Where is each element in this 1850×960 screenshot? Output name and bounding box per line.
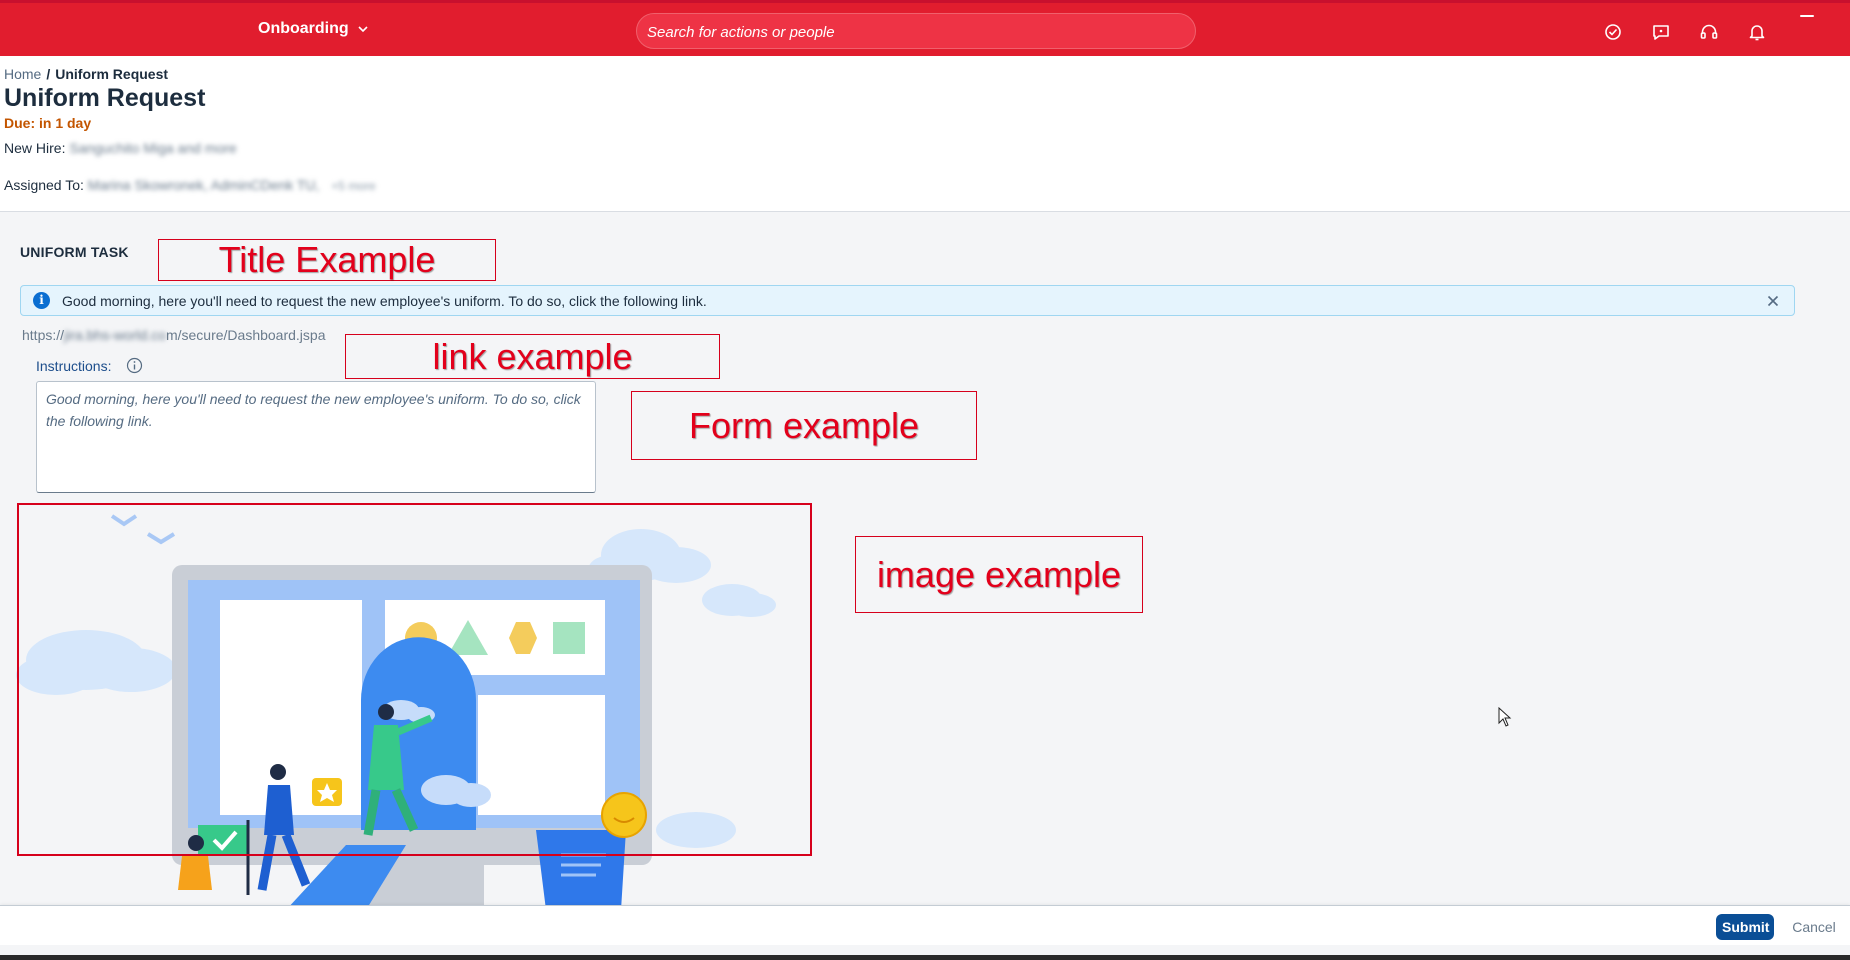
instructions-label: Instructions: xyxy=(36,358,112,374)
close-icon[interactable] xyxy=(1762,290,1784,312)
page-title: Uniform Request xyxy=(4,84,206,112)
instructions-input[interactable] xyxy=(37,382,595,492)
app-title-menu[interactable]: Onboarding xyxy=(258,20,369,38)
chevron-down-icon xyxy=(358,26,368,33)
info-message-strip: i Good morning, here you'll need to requ… xyxy=(20,285,1795,316)
breadcrumb-home-link[interactable]: Home xyxy=(4,66,41,82)
annotation-form-example: Form example xyxy=(631,391,977,460)
instructions-textarea[interactable] xyxy=(36,381,596,493)
user-avatar[interactable] xyxy=(1800,15,1814,17)
check-circle-icon[interactable] xyxy=(1602,21,1624,43)
info-circle-icon[interactable] xyxy=(126,357,143,374)
shell-bar: Onboarding xyxy=(0,0,1850,56)
new-hire-row: New Hire: Sanguchito Miga and more xyxy=(4,140,237,156)
feedback-icon[interactable] xyxy=(1650,21,1672,43)
assigned-to-value[interactable]: Marina Skowronek, AdminCDenk TU, xyxy=(88,177,320,193)
info-message-text: Good morning, here you'll need to reques… xyxy=(62,293,707,309)
annotation-image-example: image example xyxy=(855,536,1143,613)
cancel-button[interactable]: Cancel xyxy=(1786,914,1842,940)
page-header: Home / Uniform Request Uniform Request Due… xyxy=(0,56,1850,212)
search-input[interactable] xyxy=(645,14,1189,50)
annotation-title-example: Title Example xyxy=(158,239,496,281)
section-title: UNIFORM TASK xyxy=(20,244,129,260)
breadcrumb-separator: / xyxy=(46,66,51,82)
app-title: Onboarding xyxy=(258,20,349,37)
assigned-more-link[interactable]: +5 more xyxy=(331,179,375,193)
footer-toolbar: Submit Cancel xyxy=(0,905,1850,945)
link-prefix: https:// xyxy=(22,327,65,343)
assigned-to-label: Assigned To: xyxy=(4,177,84,193)
mouse-cursor-icon xyxy=(1498,707,1512,727)
assigned-to-row: Assigned To: Marina Skowronek, AdminCDen… xyxy=(4,177,376,193)
taskbar-edge xyxy=(0,955,1850,960)
task-link[interactable]: https://jira.bhs-world.com/secure/Dashbo… xyxy=(22,327,326,343)
info-icon: i xyxy=(33,292,50,309)
submit-button[interactable]: Submit xyxy=(1716,914,1774,940)
breadcrumb: Home / Uniform Request xyxy=(4,66,168,82)
annotation-image-frame xyxy=(17,503,812,856)
bell-icon[interactable] xyxy=(1746,21,1768,43)
breadcrumb-current: Uniform Request xyxy=(55,66,169,82)
headset-icon[interactable] xyxy=(1698,21,1720,43)
new-hire-value[interactable]: Sanguchito Miga and more xyxy=(69,140,236,156)
search-field[interactable] xyxy=(636,13,1196,50)
link-suffix: m/secure/Dashboard.jspa xyxy=(165,327,326,343)
new-hire-label: New Hire: xyxy=(4,140,66,156)
due-status: Due: in 1 day xyxy=(4,115,92,131)
link-hidden-part: jira.bhs-world.co xyxy=(64,327,166,343)
annotation-link-example: link example xyxy=(345,334,720,379)
